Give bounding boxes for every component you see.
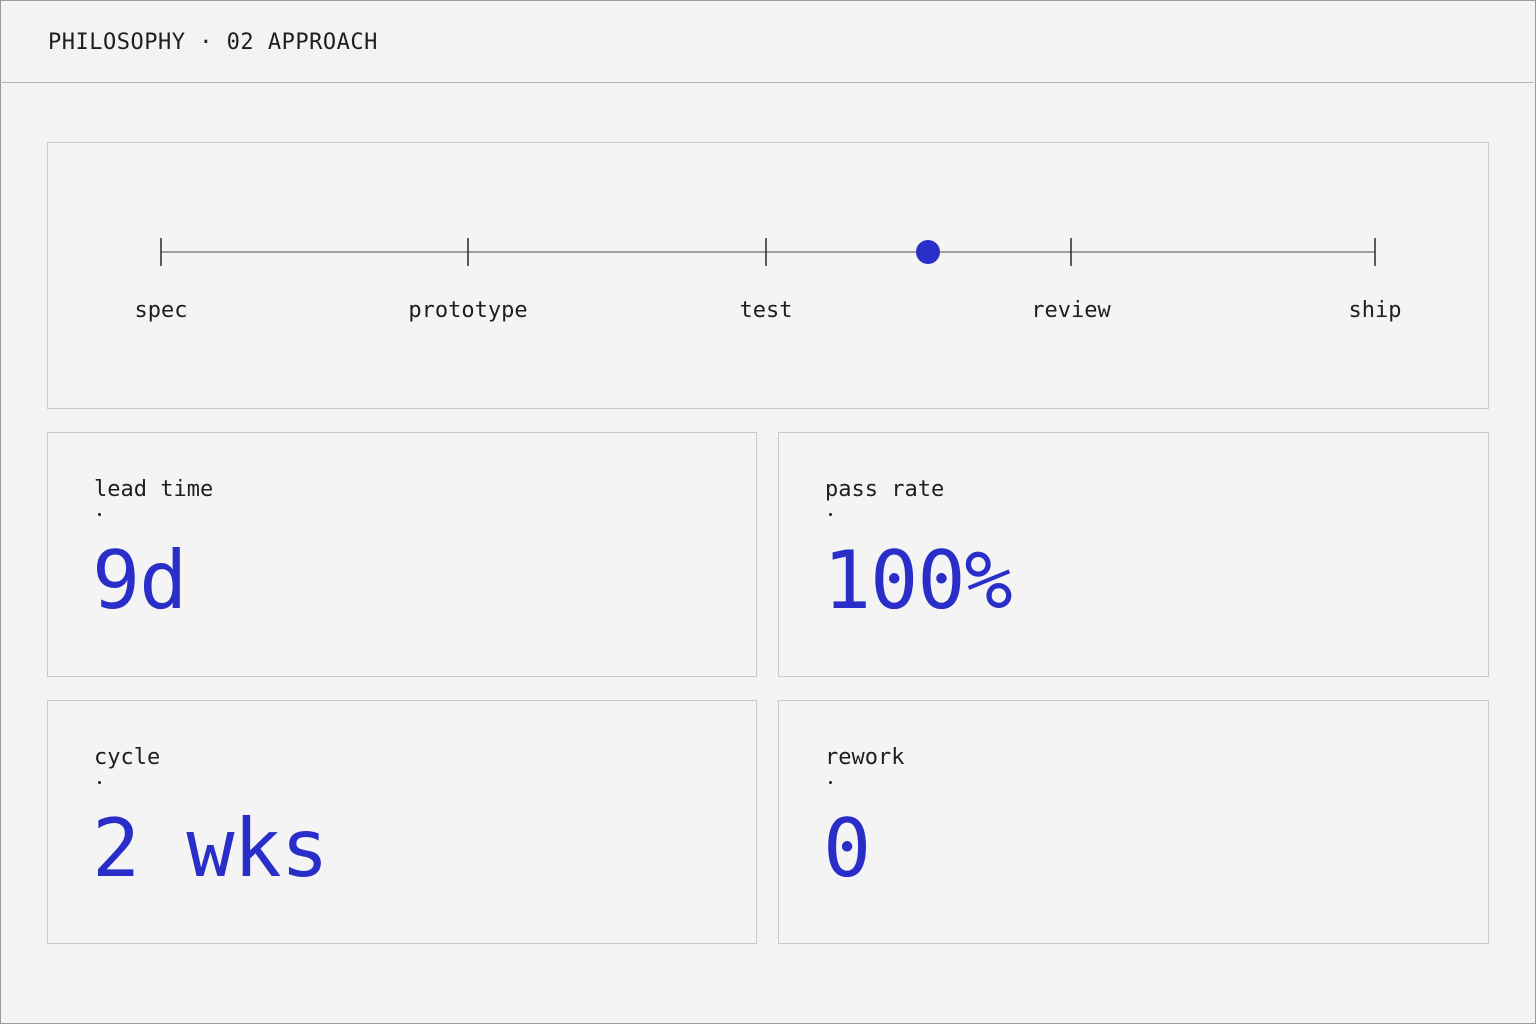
metric-separator-dot [98,781,101,784]
stage-label-spec: spec [134,298,188,323]
metric-card-lead-time: lead time 9d [47,432,757,677]
metric-label: cycle [94,745,161,770]
stage-label-ship: ship [1348,298,1402,323]
metric-card-rework: rework 0 [778,700,1489,944]
stage-label-prototype: prototype [408,298,528,323]
metric-label: pass rate [825,477,945,502]
stage-label-review: review [1031,298,1111,323]
metric-value: 0 [823,802,871,895]
metric-value: 100% [823,534,1013,627]
metric-value: 2 wks [92,802,329,895]
metric-separator-dot [98,513,101,516]
metric-label: lead time [94,477,214,502]
metric-label: rework [825,745,905,770]
metric-card-pass-rate: pass rate 100% [778,432,1489,677]
page-title: PHILOSOPHY · 02 APPROACH [48,30,378,55]
metric-value: 9d [92,534,187,627]
metric-card-cycle: cycle 2 wks [47,700,757,944]
metric-separator-dot [829,781,832,784]
header: PHILOSOPHY · 02 APPROACH [0,0,1534,83]
progress-marker [916,240,940,264]
stage-label-test: test [739,298,793,323]
timeline-panel: spec prototype test review ship [47,142,1489,409]
timeline-track [160,238,1376,266]
metric-separator-dot [829,513,832,516]
